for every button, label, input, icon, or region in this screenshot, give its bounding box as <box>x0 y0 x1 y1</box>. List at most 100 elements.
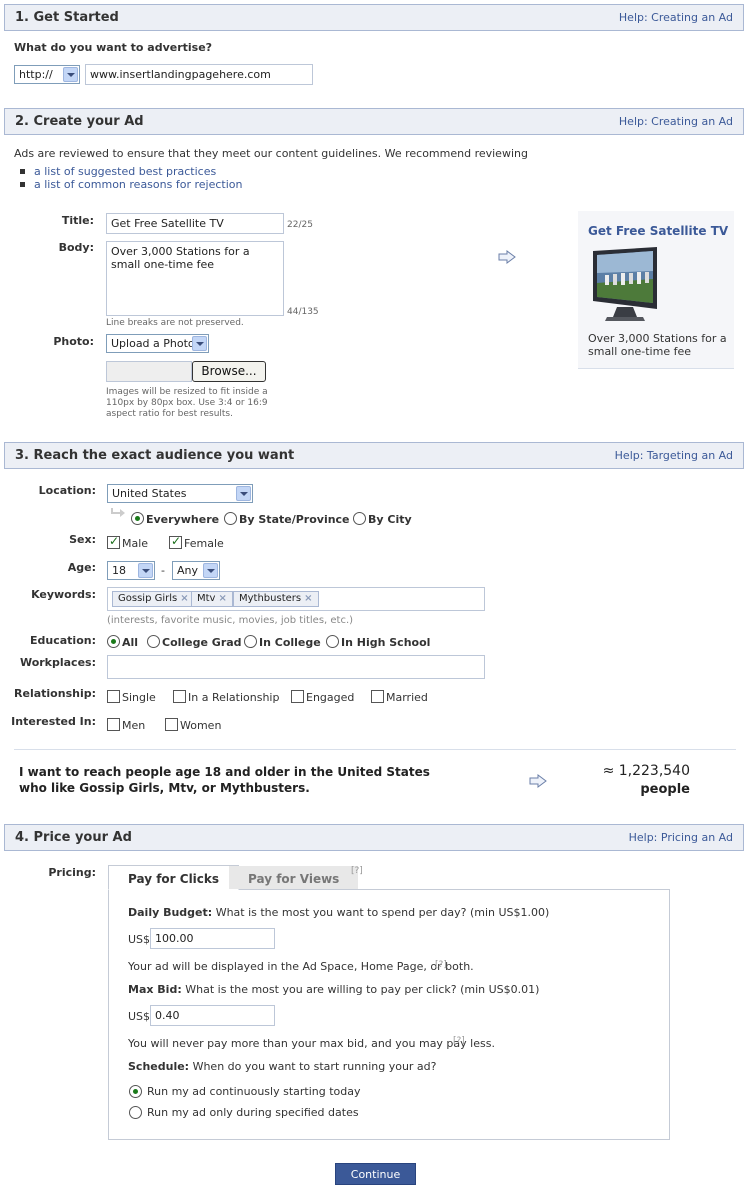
city-radio[interactable] <box>353 512 366 525</box>
relationship-label: Relationship: <box>14 687 96 700</box>
keywords-label: Keywords: <box>31 588 96 601</box>
tab-pay-for-clicks[interactable]: Pay for Clicks <box>108 865 240 890</box>
single-checkbox[interactable] <box>107 690 120 703</box>
browse-button[interactable]: Browse... <box>192 361 266 382</box>
photo-source-value: Upload a Photo <box>111 337 195 350</box>
review-intro: Ads are reviewed to ensure that they mee… <box>14 147 528 160</box>
best-practices-link[interactable]: a list of suggested best practices <box>34 165 216 178</box>
education-label: Education: <box>30 634 96 647</box>
education-all-radio[interactable] <box>107 635 120 648</box>
keywords-input[interactable]: Gossip Girls × Mtv × Mythbusters × <box>107 587 485 611</box>
section-4-header: 4. Price your Ad Help: Pricing an Ad <box>4 824 744 851</box>
max-bid-note: You will never pay more than your max bi… <box>128 1037 495 1050</box>
section-1-header: 1. Get Started Help: Creating an Ad <box>4 4 744 31</box>
photo-source-select[interactable]: Upload a Photo <box>106 334 209 353</box>
in-relationship-label: In a Relationship <box>188 691 280 704</box>
run-dates-radio[interactable] <box>129 1106 142 1119</box>
high-school-radio[interactable] <box>326 635 339 648</box>
arrow-right-icon <box>498 250 516 264</box>
ad-title-input[interactable]: Get Free Satellite TV <box>106 213 284 234</box>
everywhere-radio[interactable] <box>131 512 144 525</box>
photo-resize-note: Images will be resized to fit inside a 1… <box>106 387 268 419</box>
female-checkbox[interactable] <box>169 534 182 549</box>
rejection-reasons-link[interactable]: a list of common reasons for rejection <box>34 178 242 191</box>
run-continuously-radio[interactable] <box>129 1085 142 1098</box>
age-min-select[interactable]: 18 <box>107 561 155 580</box>
in-relationship-checkbox[interactable] <box>173 690 186 703</box>
preview-title: Get Free Satellite TV <box>588 224 729 238</box>
married-checkbox[interactable] <box>371 690 384 703</box>
pricing-label: Pricing: <box>48 866 96 879</box>
workplaces-input[interactable] <box>107 655 485 679</box>
url-input[interactable]: www.insertlandingpagehere.com <box>85 64 313 85</box>
high-school-label: In High School <box>341 636 431 649</box>
help-link-creating-ad-2[interactable]: Help: Creating an Ad <box>619 115 733 128</box>
ad-body-value: Over 3,000 Stations for a small one-time… <box>111 245 250 271</box>
tv-photo <box>593 247 657 321</box>
max-bid-input[interactable]: 0.40 <box>150 1005 275 1026</box>
sex-label: Sex: <box>69 533 96 546</box>
currency-label: US$ <box>128 933 151 946</box>
women-checkbox[interactable] <box>165 718 178 731</box>
state-label: By State/Province <box>239 513 350 526</box>
chevron-down-icon <box>236 486 251 501</box>
section-2-header: 2. Create your Ad Help: Creating an Ad <box>4 108 744 135</box>
engaged-checkbox[interactable] <box>291 690 304 703</box>
keyword-token[interactable]: Mtv × <box>191 591 233 607</box>
in-college-label: In College <box>259 636 321 649</box>
keyword-token[interactable]: Gossip Girls × <box>112 591 195 607</box>
pricing-help-icon[interactable]: [?] <box>351 866 363 876</box>
age-max-select[interactable]: Any <box>172 561 220 580</box>
title-label: Title: <box>61 214 94 227</box>
male-checkbox[interactable] <box>107 534 120 549</box>
daily-budget-question: Daily Budget: What is the most you want … <box>128 906 549 919</box>
college-grad-radio[interactable] <box>147 635 160 648</box>
reach-unit: people <box>640 782 690 797</box>
keyword-text: Mtv <box>197 593 216 604</box>
remove-icon[interactable]: × <box>218 593 226 604</box>
in-college-radio[interactable] <box>244 635 257 648</box>
married-label: Married <box>386 691 428 704</box>
female-label: Female <box>184 537 224 550</box>
continue-button[interactable]: Continue <box>335 1163 416 1185</box>
bid-help-icon[interactable]: [?] <box>453 1036 465 1046</box>
remove-icon[interactable]: × <box>180 593 188 604</box>
file-path-field[interactable] <box>106 361 192 382</box>
section-3-title: 3. Reach the exact audience you want <box>15 448 295 463</box>
ad-body-textarea[interactable]: Over 3,000 Stations for a small one-time… <box>106 241 284 316</box>
keyword-text: Mythbusters <box>239 593 302 604</box>
country-select[interactable]: United States <box>107 484 253 503</box>
help-link-creating-ad[interactable]: Help: Creating an Ad <box>619 11 733 24</box>
run-dates-label: Run my ad only during specified dates <box>147 1106 359 1119</box>
chevron-down-icon <box>63 67 78 82</box>
help-link-targeting[interactable]: Help: Targeting an Ad <box>615 449 733 462</box>
section-4-title: 4. Price your Ad <box>15 830 132 845</box>
ad-preview: Get Free Satellite TV Over 3,000 Station… <box>578 211 734 369</box>
advertise-question: What do you want to advertise? <box>14 41 213 54</box>
interested-in-label: Interested In: <box>11 715 96 728</box>
help-link-pricing[interactable]: Help: Pricing an Ad <box>629 831 733 844</box>
male-label: Male <box>122 537 149 550</box>
body-char-count: 44/135 <box>287 307 319 317</box>
max-bid-label: Max Bid: <box>128 983 182 996</box>
schedule-text: When do you want to start running your a… <box>192 1060 437 1073</box>
education-all-label: All <box>122 636 139 649</box>
protocol-select[interactable]: http:// <box>14 65 80 84</box>
daily-budget-input[interactable]: 100.00 <box>150 928 275 949</box>
tab-pay-for-views[interactable]: Pay for Views <box>229 866 359 889</box>
chevron-down-icon <box>192 336 207 351</box>
keyword-token[interactable]: Mythbusters × <box>233 591 319 607</box>
url-value: www.insertlandingpagehere.com <box>90 68 271 81</box>
age-max-value: Any <box>177 564 199 577</box>
location-label: Location: <box>38 484 96 497</box>
college-grad-label: College Grad <box>162 636 242 649</box>
currency-label: US$ <box>128 1010 151 1023</box>
chevron-down-icon <box>138 563 153 578</box>
display-help-icon[interactable]: [?] <box>435 960 447 970</box>
men-checkbox[interactable] <box>107 718 120 731</box>
audience-summary: I want to reach people age 18 and older … <box>19 764 430 796</box>
state-radio[interactable] <box>224 512 237 525</box>
title-char-count: 22/25 <box>287 220 313 230</box>
daily-budget-text: What is the most you want to spend per d… <box>215 906 550 919</box>
remove-icon[interactable]: × <box>304 593 312 604</box>
